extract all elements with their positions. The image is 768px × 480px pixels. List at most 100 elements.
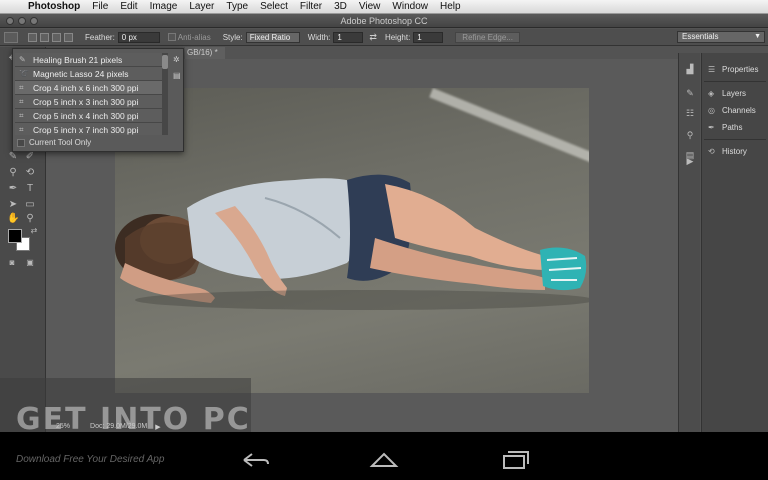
width-label: Width: (307, 32, 331, 42)
preset-item-crop-5x3[interactable]: ⌗ Crop 5 inch x 3 inch 300 ppi (15, 95, 165, 109)
height-input[interactable]: 1 (413, 31, 444, 43)
panel-properties[interactable]: ☰ Properties (708, 65, 758, 74)
history-icon: ⟲ (708, 147, 715, 156)
zoom-tool-icon[interactable]: ⚲ (24, 213, 36, 225)
swap-width-height-icon[interactable]: ⇄ (369, 32, 377, 43)
watermark-tagline: Download Free Your Desired App (16, 454, 165, 465)
channels-icon: ◎ (708, 106, 715, 115)
style-label: Style: (222, 32, 243, 42)
brush-presets-icon[interactable]: ✎ (684, 87, 696, 99)
tool-preset-list: ✎ Healing Brush 21 pixels ➰ Magnetic Las… (15, 53, 165, 135)
zoom-level[interactable]: 25% (56, 423, 70, 430)
zoom-window-button[interactable] (30, 17, 38, 25)
panel-layers[interactable]: ◈ Layers (708, 89, 746, 98)
menu-3d[interactable]: 3D (328, 1, 353, 12)
spot-healing-brush-icon[interactable]: ✎ (7, 151, 19, 163)
screen-mode-icon[interactable]: ▣ (24, 257, 36, 269)
options-bar: Feather: 0 px Anti-alias Style: Fixed Ra… (0, 29, 768, 46)
refine-edge-button[interactable]: Refine Edge... (455, 31, 520, 43)
preset-list-scrollbar[interactable] (162, 53, 168, 135)
tool-preset-picker-button[interactable] (4, 31, 18, 43)
clone-stamp-icon[interactable]: ⚲ (7, 167, 19, 179)
actions-play-icon[interactable]: ▶ (684, 155, 696, 167)
width-input[interactable]: 1 (333, 31, 364, 43)
menu-view[interactable]: View (353, 1, 387, 12)
minimize-window-button[interactable] (18, 17, 26, 25)
menu-window[interactable]: Window (386, 1, 434, 12)
path-selection-icon[interactable]: ➤ (7, 199, 19, 211)
menu-edit[interactable]: Edit (114, 1, 143, 12)
feather-input[interactable]: 0 px (117, 31, 160, 43)
brush-tool-icon[interactable]: ✐ (24, 151, 36, 163)
current-tool-only-option[interactable]: Current Tool Only (17, 138, 91, 147)
document-tab[interactable]: GB/16) * (185, 47, 225, 59)
healing-brush-icon: ✎ (19, 54, 26, 64)
current-tool-only-checkbox[interactable] (17, 138, 25, 147)
document-image (115, 88, 589, 393)
swap-colors-icon[interactable]: ⇄ (28, 225, 40, 237)
menu-file[interactable]: File (86, 1, 114, 12)
window-title-bar: Adobe Photoshop CC (0, 14, 768, 28)
intersect-selection-icon[interactable] (64, 32, 73, 42)
quick-mask-icon[interactable]: ◙ (6, 257, 18, 269)
preset-item-crop-5x7[interactable]: ⌗ Crop 5 inch x 7 inch 300 ppi (15, 123, 165, 135)
clone-source-icon[interactable]: ⚲ (684, 129, 696, 141)
pen-tool-icon[interactable]: ✒ (7, 183, 19, 195)
add-to-selection-icon[interactable] (40, 32, 49, 42)
histogram-icon[interactable]: ▟ (684, 63, 696, 75)
recent-apps-icon[interactable] (500, 450, 530, 470)
adjustments-icon[interactable]: ☷ (684, 107, 696, 119)
new-selection-icon[interactable] (28, 32, 37, 42)
lasso-icon: ➰ (19, 68, 29, 78)
close-window-button[interactable] (6, 17, 14, 25)
preset-item-healing-brush[interactable]: ✎ Healing Brush 21 pixels (15, 53, 165, 67)
panel-paths[interactable]: ✒ Paths (708, 123, 742, 132)
type-tool-icon[interactable]: T (24, 183, 36, 195)
history-brush-icon[interactable]: ⟲ (24, 167, 36, 179)
height-label: Height: (384, 32, 411, 42)
panel-history[interactable]: ⟲ History (708, 147, 747, 156)
new-preset-icon[interactable]: ▤ (173, 71, 181, 80)
crop-icon: ⌗ (19, 96, 24, 106)
home-icon[interactable] (369, 450, 399, 470)
panel-channels[interactable]: ◎ Channels (708, 106, 756, 115)
menu-type[interactable]: Type (220, 1, 254, 12)
style-select[interactable]: Fixed Ratio (245, 31, 300, 43)
gear-icon[interactable]: ✲ (173, 55, 180, 64)
menu-select[interactable]: Select (254, 1, 294, 12)
panels-dock: ☰ Properties ◈ Layers ◎ Channels ✒ Paths… (701, 53, 768, 432)
crop-icon: ⌗ (19, 124, 24, 134)
anti-alias-checkbox[interactable] (167, 33, 176, 41)
collapsed-panel-strip: ▟ ✎ ☷ ⚲ ▤ ▶ (678, 53, 700, 432)
preset-item-crop-5x4[interactable]: ⌗ Crop 5 inch x 4 inch 300 ppi (15, 109, 165, 123)
status-menu-arrow-icon[interactable]: ▶ (155, 423, 160, 431)
rectangle-tool-icon[interactable]: ▭ (24, 199, 36, 211)
status-bar: 25% Doc: 29.0M/29.0M ▶ (46, 421, 286, 432)
workspace-switcher[interactable]: Essentials ▼ (677, 31, 765, 43)
preset-item-magnetic-lasso[interactable]: ➰ Magnetic Lasso 24 pixels (15, 67, 165, 81)
crop-icon: ⌗ (19, 110, 24, 120)
crop-icon: ⌗ (19, 82, 24, 92)
properties-icon: ☰ (708, 65, 716, 74)
screen: Photoshop File Edit Image Layer Type Sel… (0, 0, 768, 480)
paths-icon: ✒ (708, 123, 715, 132)
layers-icon: ◈ (708, 89, 715, 98)
menu-image[interactable]: Image (144, 1, 184, 12)
document-size: Doc: 29.0M/29.0M (90, 423, 148, 430)
current-tool-only-label: Current Tool Only (29, 138, 92, 147)
mac-menu-bar: Photoshop File Edit Image Layer Type Sel… (0, 0, 768, 14)
foreground-color-swatch[interactable] (8, 229, 22, 243)
hand-tool-icon[interactable]: ✋ (7, 213, 19, 225)
preset-item-crop-4x6[interactable]: ⌗ Crop 4 inch x 6 inch 300 ppi (15, 81, 165, 95)
menu-help[interactable]: Help (434, 1, 467, 12)
tool-preset-picker: ✎ Healing Brush 21 pixels ➰ Magnetic Las… (12, 48, 184, 152)
menu-photoshop[interactable]: Photoshop (22, 1, 86, 12)
woman-lying-on-road-illustration (115, 174, 589, 310)
menu-filter[interactable]: Filter (294, 1, 328, 12)
anti-alias-label: Anti-alias (177, 32, 211, 42)
feather-label: Feather: (85, 32, 115, 42)
back-icon[interactable] (240, 450, 270, 470)
workspace-label: Essentials (682, 32, 719, 41)
subtract-from-selection-icon[interactable] (52, 32, 61, 42)
menu-layer[interactable]: Layer (183, 1, 220, 12)
